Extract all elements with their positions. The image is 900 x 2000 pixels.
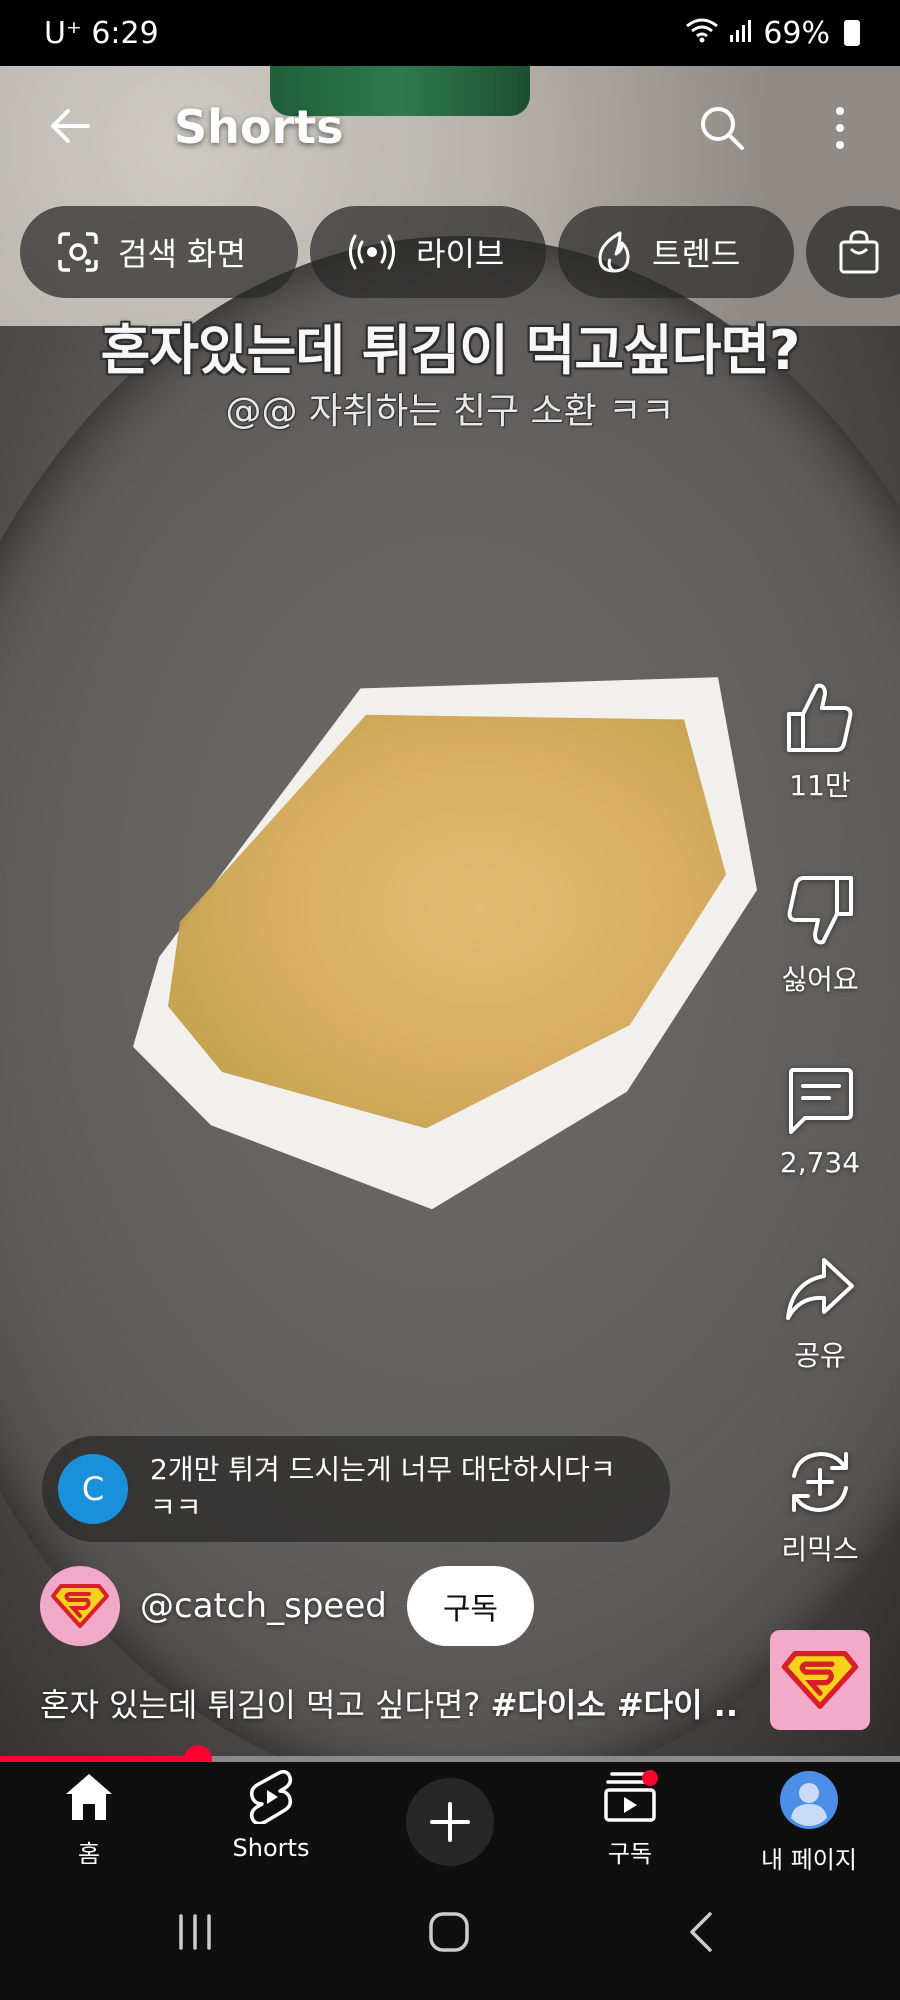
signal-icon [729,16,753,51]
video-description[interactable]: 혼자 있는데 튀김이 먹고 싶다면? #다이소 #다이 ... [40,1680,740,1726]
comment-icon [789,1068,853,1134]
like-button[interactable]: 11만 [770,680,870,804]
description-text: 혼자 있는데 튀김이 먹고 싶다면? [40,1686,491,1724]
like-count: 11만 [789,769,851,802]
sound-thumbnail[interactable] [770,1630,870,1730]
remix-label: 리믹스 [781,1533,859,1566]
chip-label: 검색 화면 [118,235,246,273]
battery-percent: 69% [763,15,830,51]
back-system-button[interactable] [666,1902,736,1962]
recents-icon [179,1914,211,1950]
battery-icon [844,20,860,46]
more-vert-icon [836,107,844,149]
flame-icon [598,231,630,273]
dislike-button[interactable]: 싫어요 [770,874,870,998]
chip-shopping[interactable] [806,206,900,298]
channel-handle[interactable]: @catch_speed [140,1586,387,1626]
comment-count: 2,734 [779,1146,861,1179]
remix-icon [792,1452,848,1512]
channel-avatar[interactable] [40,1566,120,1646]
nav-home[interactable]: 홈 [14,1770,164,1869]
system-navigation-bar [0,1872,900,2000]
chip-search-screen[interactable]: 검색 화면 [20,206,298,298]
nav-subscriptions-label: 구독 [607,1840,653,1868]
search-icon [701,107,744,150]
bottom-navigation: 홈 Shorts 구독 내 페이지 [0,1762,900,1875]
carrier-time: U⁺ 6:29 [44,15,159,51]
superman-logo-icon [51,1584,109,1628]
remix-button[interactable]: 리믹스 [770,1446,870,1568]
shopping-bag-icon [839,230,879,274]
share-button[interactable]: 공유 [770,1254,870,1374]
chip-bar: 검색 화면 라이브 트렌드 [20,206,900,298]
avatar-icon [780,1771,838,1829]
arrow-left-icon [51,109,90,143]
home-icon [66,1774,112,1820]
chevron-left-icon [690,1912,712,1952]
superman-logo-icon [781,1651,859,1709]
comment-avatar: C [58,1454,128,1524]
plus-icon [430,1802,470,1842]
subscriptions-icon [604,1770,658,1822]
wifi-icon [685,16,719,51]
video-caption-main: 혼자있는데 튀김이 먹고싶다면? [100,319,801,382]
subscribe-button[interactable]: 구독 [406,1566,535,1646]
chip-label: 라이브 [416,235,505,273]
share-label: 공유 [794,1339,846,1372]
home-system-button[interactable] [414,1902,484,1962]
nav-shorts[interactable]: Shorts [196,1770,346,1862]
live-icon [349,234,395,270]
back-button[interactable] [38,94,102,158]
shorts-icon [249,1770,293,1826]
nav-you-label: 내 페이지 [761,1846,857,1874]
chip-trend[interactable]: 트렌드 [558,206,794,298]
create-button[interactable] [406,1778,494,1866]
video-caption-sub: @@ 자취하는 친구 소환 ㅋㅋ [225,391,675,432]
recents-button[interactable] [160,1902,230,1962]
chip-live[interactable]: 라이브 [310,206,546,298]
channel-row: @catch_speed 구독 [40,1566,535,1646]
thumb-down-icon [787,876,853,945]
nav-shorts-label: Shorts [232,1834,310,1862]
dislike-label: 싫어요 [781,963,859,996]
comment-text: 2개만 튀겨 드시는게 너무 대단하시다ㅋㅋㅋ [150,1453,616,1524]
comments-button[interactable]: 2,734 [770,1066,870,1179]
nav-you[interactable]: 내 페이지 [734,1770,884,1875]
thumb-up-icon [787,683,853,752]
circle-home-icon [429,1912,469,1952]
chip-label: 트렌드 [652,235,741,273]
page-title: Shorts [174,100,344,154]
top-comment[interactable]: C 2개만 튀겨 드시는게 너무 대단하시다ㅋㅋㅋ [42,1436,670,1542]
share-icon [786,1258,854,1320]
nav-home-label: 홈 [77,1840,101,1868]
status-bar: U⁺ 6:29 69% [0,0,900,66]
more-options-button[interactable] [808,96,872,160]
description-tags: #다이소 #다이 ... [490,1686,740,1724]
lens-icon [58,232,98,272]
nav-subscriptions[interactable]: 구독 [555,1770,705,1869]
search-button[interactable] [690,96,754,160]
